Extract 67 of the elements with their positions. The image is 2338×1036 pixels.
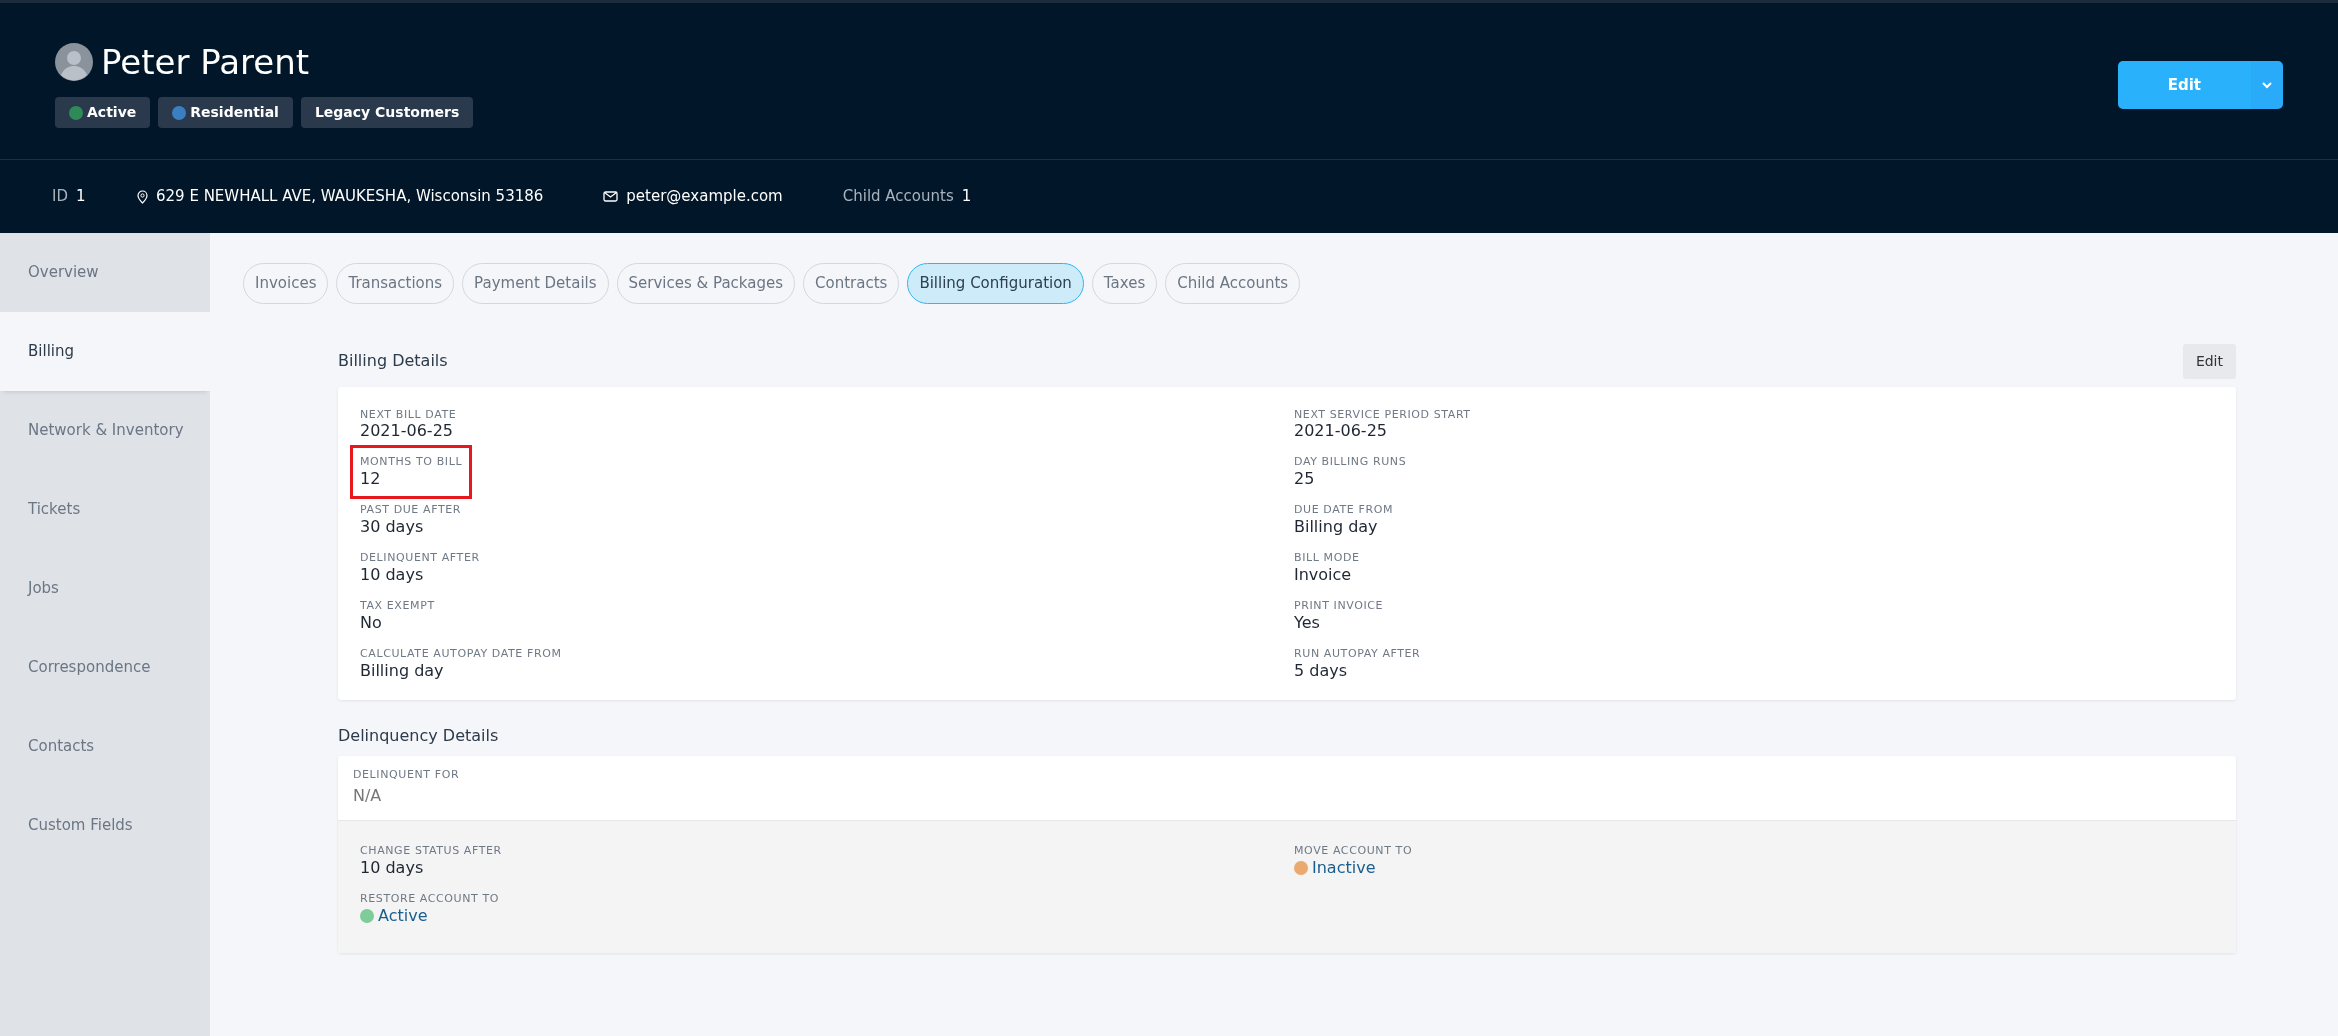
field-label: DELINQUENT FOR	[353, 768, 461, 782]
tag-label: Active	[87, 103, 137, 122]
field-value: 12	[360, 468, 382, 490]
edit-button[interactable]: Edit	[2117, 61, 2251, 109]
field-value: Invoice	[1294, 564, 1353, 586]
field-label: PAST DUE AFTER	[360, 503, 461, 517]
field-value: 25	[1294, 468, 1316, 490]
edit-button[interactable]: Edit	[2182, 343, 2236, 379]
tab[interactable]: Payment Details	[462, 263, 609, 304]
field-label: BILL MODE	[1294, 551, 1360, 565]
status-link[interactable]: Inactive	[1312, 857, 1376, 879]
email-icon	[603, 191, 619, 202]
customer-name: Peter Parent	[101, 45, 310, 79]
id-value: 1	[76, 186, 86, 208]
tab[interactable]: Contracts	[803, 263, 900, 304]
tab[interactable]: Taxes	[1091, 263, 1158, 304]
field-value: 2021-06-25	[1294, 420, 1388, 442]
child-accounts-label: Child Accounts	[842, 186, 954, 208]
sidebar-item[interactable]: Correspondence	[0, 628, 210, 707]
sidebar-item[interactable]: Overview	[0, 233, 210, 312]
field-value: N/A	[353, 785, 383, 807]
tag-label: Residential	[190, 103, 279, 122]
tab[interactable]: Invoices	[243, 263, 329, 304]
id-label: ID	[52, 186, 68, 208]
field-label: RUN AUTOPAY AFTER	[1294, 647, 1421, 661]
field-label: MOVE ACCOUNT TO	[1294, 844, 1413, 858]
field-label: TAX EXEMPT	[360, 599, 435, 613]
field-value: Billing day	[360, 660, 445, 682]
sidebar-item[interactable]: Contacts	[0, 707, 210, 786]
sidebar-item[interactable]: Tickets	[0, 470, 210, 549]
sidebar-item[interactable]: Network & Inventory	[0, 391, 210, 470]
field-label: RESTORE ACCOUNT TO	[360, 892, 500, 906]
email: peter@example.com	[626, 186, 783, 208]
field-label: CHANGE STATUS AFTER	[360, 844, 502, 858]
field-label: DAY BILLING RUNS	[1294, 455, 1407, 469]
sidebar-item[interactable]: Custom Fields	[0, 786, 210, 865]
sidebar-item[interactable]: Jobs	[0, 549, 210, 628]
caret-icon	[2261, 81, 2273, 89]
section-title: Delinquency Details	[338, 725, 500, 748]
child-accounts-count: 1	[961, 186, 972, 208]
sidebar-item[interactable]: Billing	[0, 312, 210, 391]
status-link[interactable]: Active	[378, 905, 428, 927]
tab[interactable]: Services & Packages	[616, 263, 796, 304]
field-label: CALCULATE AUTOPAY DATE FROM	[360, 647, 562, 661]
field-value: 10 days	[360, 564, 425, 586]
field-value: Billing day	[1294, 516, 1379, 538]
field-label: DUE DATE FROM	[1294, 503, 1393, 517]
tab[interactable]: Billing Configuration	[907, 263, 1084, 304]
field-label: PRINT INVOICE	[1294, 599, 1384, 613]
field-value: No	[360, 612, 383, 634]
tab[interactable]: Child Accounts	[1165, 263, 1301, 304]
field-label: DELINQUENT AFTER	[360, 551, 480, 565]
avatar-icon	[55, 43, 93, 81]
field-value: 2021-06-25	[360, 420, 454, 442]
field-label: NEXT BILL DATE	[360, 407, 457, 421]
field-label: NEXT SERVICE PERIOD START	[1294, 407, 1471, 421]
field-value: 10 days	[360, 857, 425, 879]
dropdown-toggle[interactable]	[2251, 61, 2283, 109]
field-value: 5 days	[1294, 660, 1349, 682]
field-value: Yes	[1294, 612, 1321, 634]
tag-label: Legacy Customers	[314, 103, 460, 122]
tab[interactable]: Transactions	[336, 263, 455, 304]
field-value: 30 days	[360, 516, 425, 538]
address: 629 E NEWHALL AVE, WAUKESHA, Wisconsin 53186	[156, 186, 544, 208]
location-pin-icon	[137, 189, 148, 204]
section-title: Billing Details	[338, 350, 448, 372]
field-label: MONTHS TO BILL	[360, 455, 463, 469]
